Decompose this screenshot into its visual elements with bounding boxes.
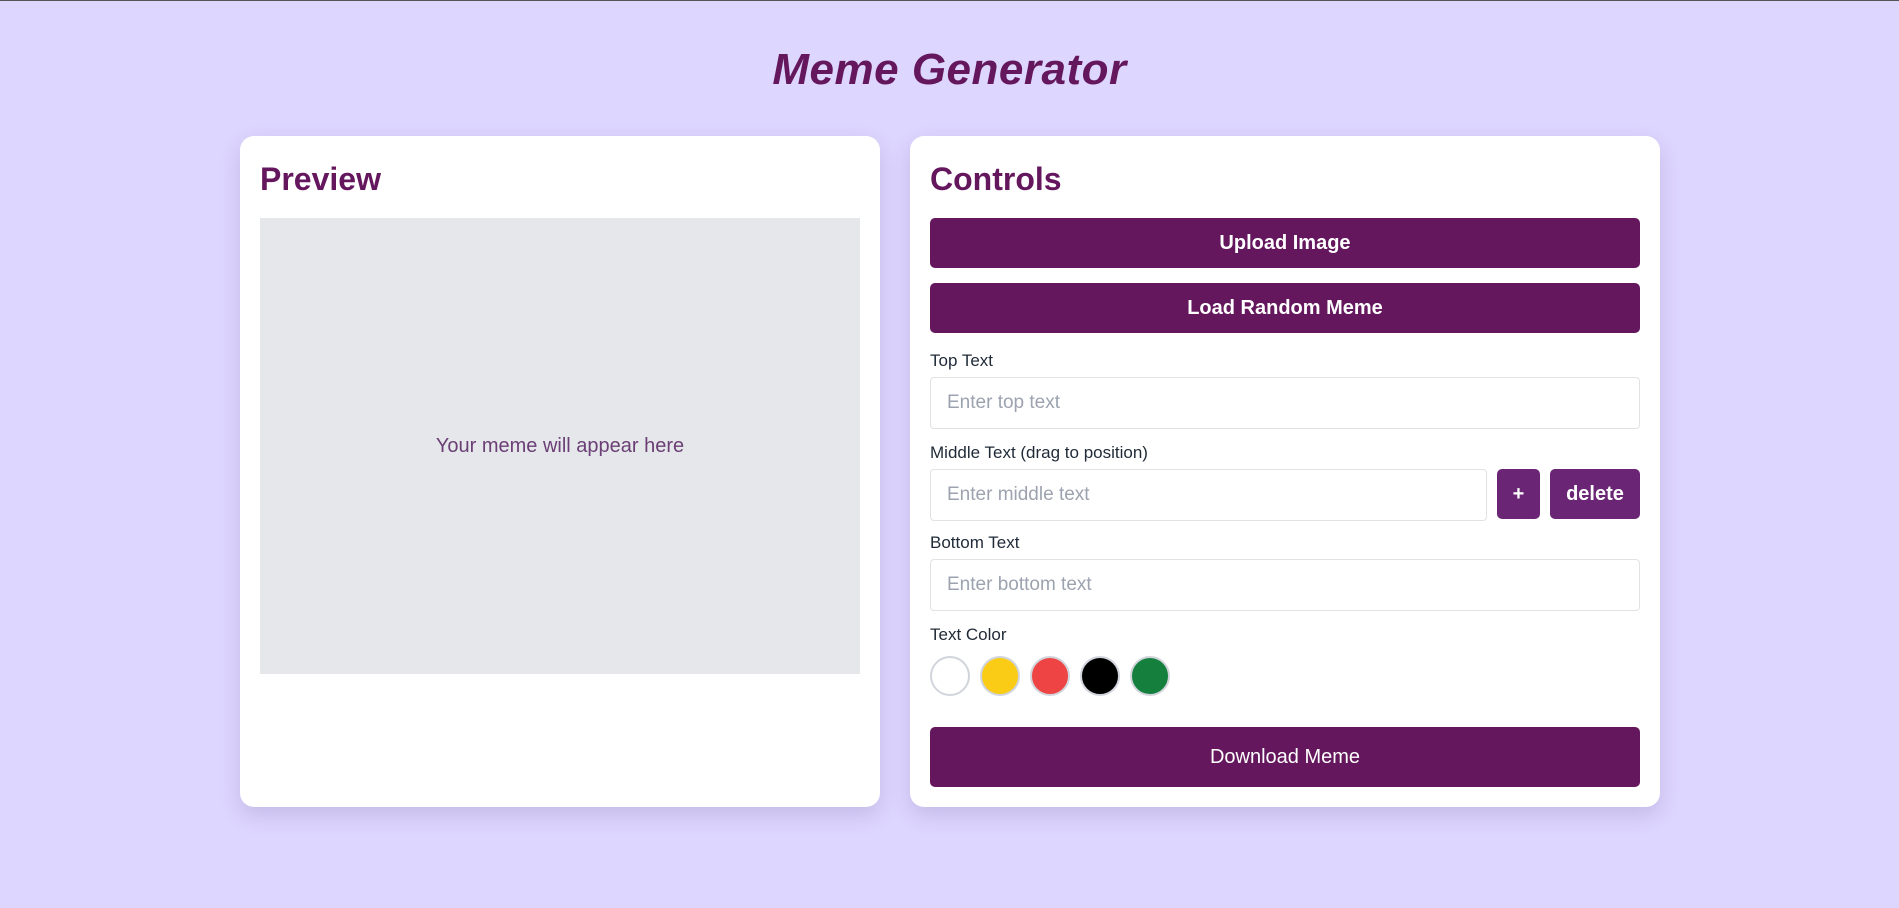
top-text-label: Top Text bbox=[930, 351, 994, 370]
color-swatch-row bbox=[930, 656, 1170, 696]
color-swatch-red[interactable] bbox=[1030, 656, 1070, 696]
delete-middle-text-button[interactable]: delete bbox=[1550, 469, 1640, 519]
download-meme-button[interactable]: Download Meme bbox=[930, 727, 1640, 787]
add-middle-text-button[interactable]: + bbox=[1497, 469, 1540, 519]
color-swatch-black[interactable] bbox=[1080, 656, 1120, 696]
preview-heading: Preview bbox=[260, 161, 381, 197]
bottom-text-label: Bottom Text bbox=[930, 533, 1020, 552]
bottom-text-input[interactable] bbox=[930, 559, 1640, 611]
preview-panel: Preview Your meme will appear here bbox=[240, 136, 880, 807]
page-title: Meme Generator bbox=[772, 45, 1127, 94]
preview-placeholder-text: Your meme will appear here bbox=[435, 434, 685, 457]
middle-text-input[interactable] bbox=[930, 469, 1487, 521]
middle-text-label: Middle Text (drag to position) bbox=[930, 443, 1148, 462]
controls-heading: Controls bbox=[930, 161, 1062, 197]
load-random-meme-button[interactable]: Load Random Meme bbox=[930, 283, 1640, 333]
color-swatch-white[interactable] bbox=[930, 656, 970, 696]
meme-preview-area: Your meme will appear here bbox=[260, 218, 860, 674]
color-swatch-green[interactable] bbox=[1130, 656, 1170, 696]
text-color-label: Text Color bbox=[930, 625, 1007, 644]
top-text-input[interactable] bbox=[930, 377, 1640, 429]
controls-panel: Controls Upload Image Load Random Meme T… bbox=[910, 136, 1660, 807]
upload-image-button[interactable]: Upload Image bbox=[930, 218, 1640, 268]
color-swatch-yellow[interactable] bbox=[980, 656, 1020, 696]
